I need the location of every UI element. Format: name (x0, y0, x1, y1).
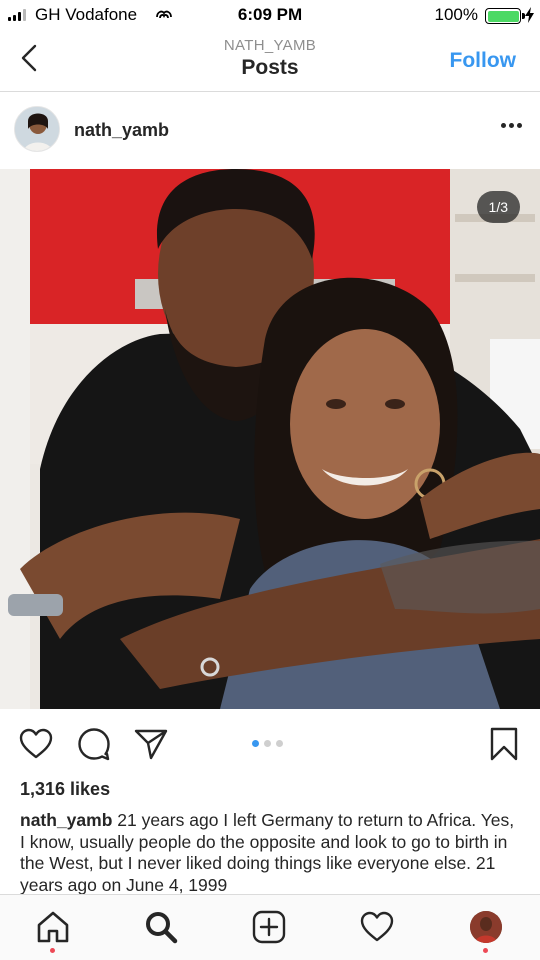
post-photo[interactable]: 1/3 (0, 169, 540, 709)
heart-icon (19, 728, 53, 759)
battery-icon (485, 8, 525, 24)
home-notification-dot (50, 948, 55, 953)
bottom-navigation-bar (0, 894, 540, 960)
nav-home[interactable] (33, 907, 73, 953)
nav-profile[interactable] (466, 907, 506, 953)
search-icon (146, 912, 178, 944)
nav-search[interactable] (141, 907, 181, 947)
post-username[interactable]: nath_yamb (74, 120, 169, 141)
more-options-icon[interactable] (501, 123, 522, 128)
caption-username[interactable]: nath_yamb (20, 810, 112, 830)
save-button[interactable] (486, 726, 522, 762)
nav-activity[interactable] (357, 907, 397, 947)
post-caption: nath_yamb 21 years ago I left Germany to… (20, 810, 520, 894)
nav-new-post[interactable] (249, 907, 289, 947)
top-navigation-bar: NATH_YAMB Posts Follow (0, 30, 540, 92)
status-bar: GH Vodafone 6:09 PM 100% (0, 0, 540, 30)
carousel-dot (264, 740, 271, 747)
carousel-indicator (252, 740, 283, 747)
post-header: nath_yamb (0, 93, 540, 169)
likes-count[interactable]: 1,316 likes (20, 779, 110, 800)
profile-notification-dot (483, 948, 488, 953)
send-icon (134, 729, 168, 760)
user-avatar[interactable] (14, 106, 60, 152)
post-actions-bar (0, 709, 540, 775)
profile-avatar (470, 911, 502, 943)
carousel-dot (276, 740, 283, 747)
share-button[interactable] (133, 726, 169, 762)
carousel-dot (252, 740, 259, 747)
follow-button[interactable]: Follow (450, 49, 517, 73)
image-counter-badge: 1/3 (476, 191, 520, 223)
home-icon (37, 911, 69, 943)
heart-icon (360, 911, 394, 942)
add-post-icon (252, 910, 286, 944)
comment-button[interactable] (76, 726, 112, 762)
charging-icon (525, 7, 534, 28)
comment-icon (78, 728, 110, 761)
like-button[interactable] (18, 726, 54, 762)
bookmark-icon (490, 727, 518, 761)
battery-percent: 100% (434, 5, 478, 24)
